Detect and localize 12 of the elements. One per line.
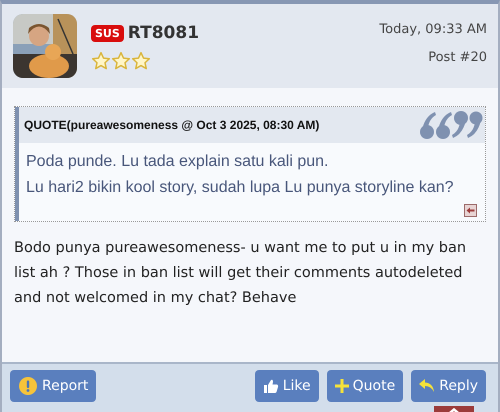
post-date: Today, 09:33 AM — [379, 21, 487, 39]
quote-header: QUOTE(pureawesomeness @ Oct 3 2025, 08:30 AM) — [24, 117, 320, 134]
quote-button[interactable]: Quote — [326, 370, 404, 402]
user-badge: SUS — [91, 25, 124, 42]
report-button[interactable]: Report — [10, 370, 96, 402]
like-button[interactable]: Like — [254, 370, 319, 402]
quote-line: Poda punde. Lu tada explain satu kali pun. — [26, 152, 330, 172]
reply-button[interactable]: Reply — [411, 370, 486, 402]
post-number[interactable]: Post #20 — [428, 48, 487, 67]
quote-line: Lu hari2 bikin kool story, sudah lupa Lu punya storyline kan? — [26, 178, 455, 198]
post-body: Bodo punya pureawesomeness- u want me to put u in my ban list ah ? Those in ban list will get their comments autodeleted and not welcomed in my chat? Behave — [13, 239, 468, 308]
username[interactable]: RT8081 — [128, 21, 200, 46]
